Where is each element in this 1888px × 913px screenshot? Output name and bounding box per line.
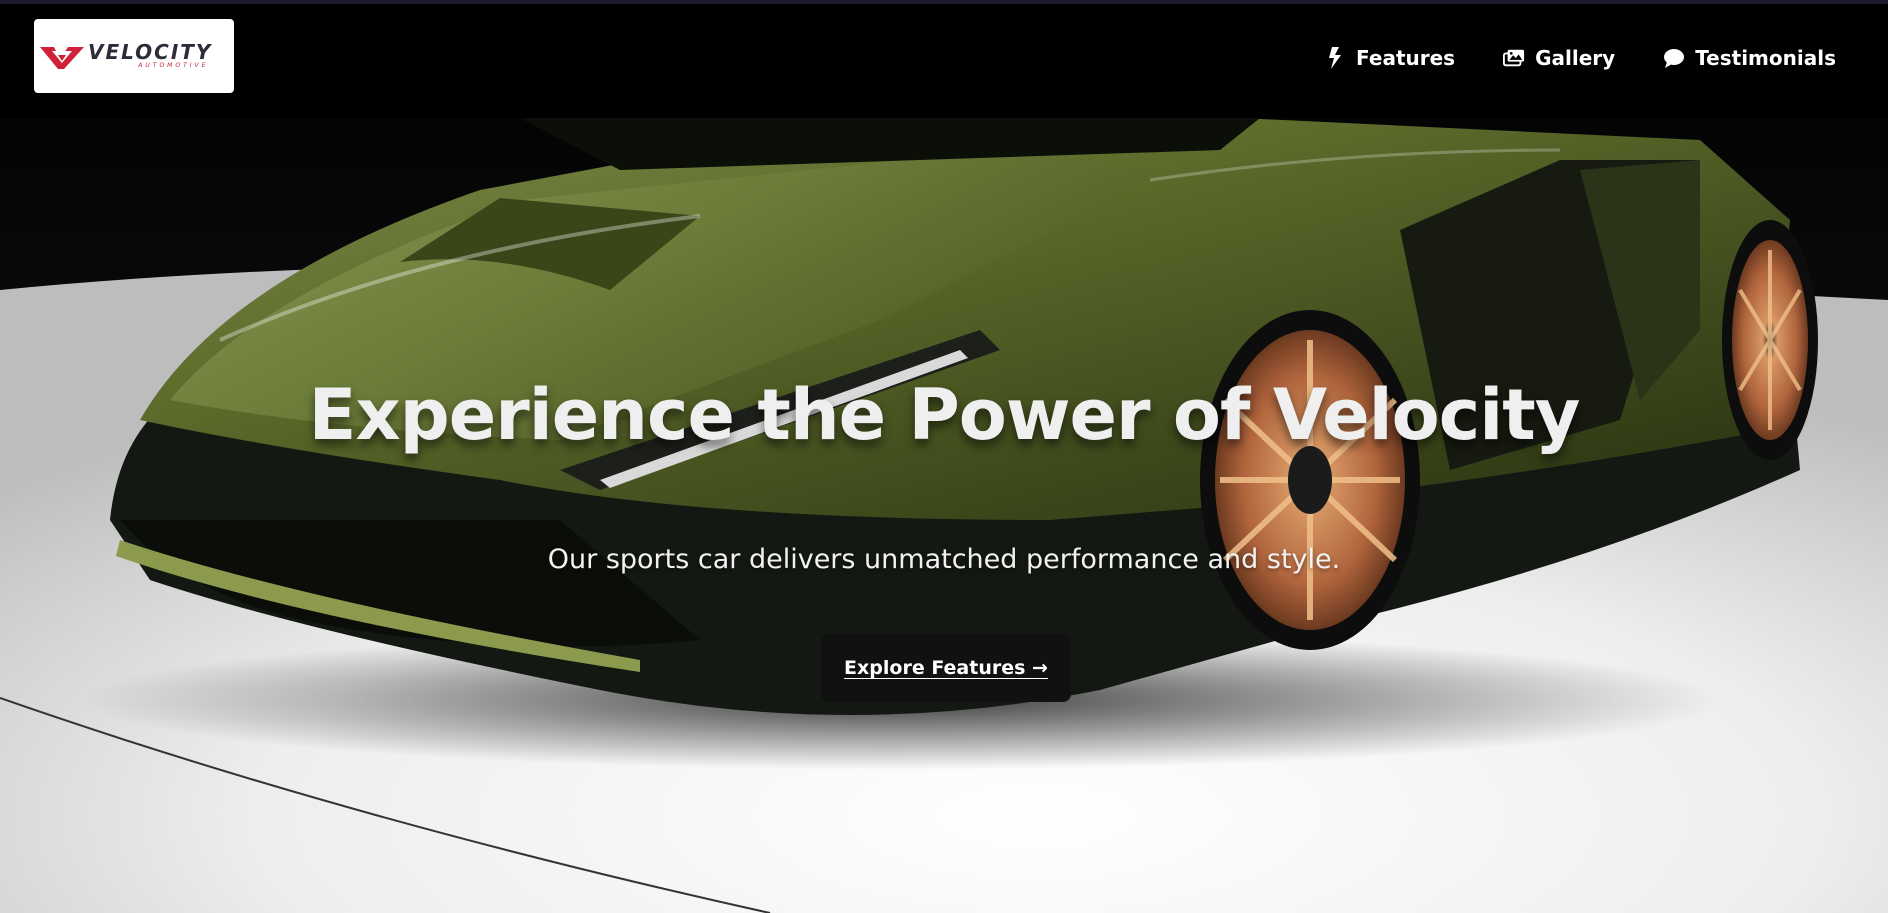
hero-title: Experience the Power of Velocity — [308, 374, 1581, 456]
hero-subtitle: Our sports car delivers unmatched perfor… — [547, 544, 1341, 575]
explore-features-button[interactable]: Explore Features → — [821, 634, 1071, 702]
top-border — [0, 0, 1888, 4]
page: VELOCITY AUTOMOTIVE Features Gallery Tes… — [0, 0, 1888, 913]
hero-section: Experience the Power of Velocity Our spo… — [0, 0, 1888, 913]
explore-features-label: Explore Features → — [844, 657, 1048, 679]
